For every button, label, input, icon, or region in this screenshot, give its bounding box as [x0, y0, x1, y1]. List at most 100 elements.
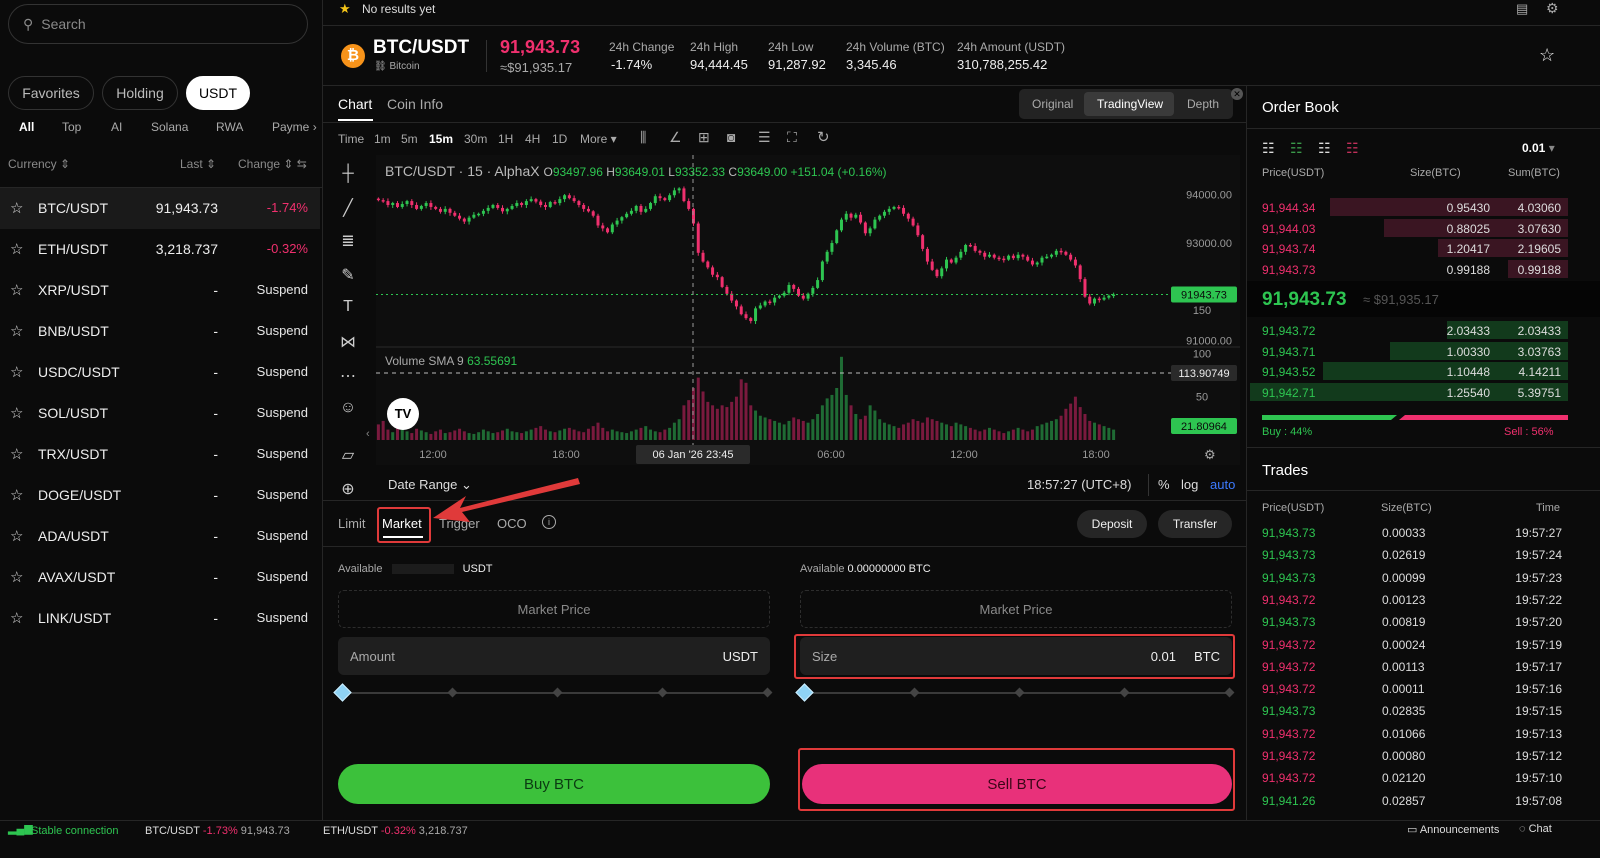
ob-view-list-icon[interactable]: ☷: [1318, 140, 1331, 157]
favorite-star-icon[interactable]: ☆: [10, 445, 23, 463]
market-row[interactable]: ☆ BNB/USDT - Suspend: [0, 311, 320, 352]
view-tradingview[interactable]: TradingView: [1097, 97, 1163, 111]
scale-auto[interactable]: auto: [1210, 477, 1235, 492]
interval-5m[interactable]: 5m: [401, 132, 418, 146]
price-chart[interactable]: 94000.00 93000.00 91000.00 91943.73 150 100 50…: [376, 155, 1240, 465]
subtab-ai[interactable]: AI: [111, 120, 122, 134]
pattern-icon[interactable]: ⋈: [337, 332, 359, 354]
bid-row[interactable]: 91,943.71 1.00330 3.03763: [1250, 341, 1568, 361]
scale-log[interactable]: log: [1181, 477, 1198, 492]
text-tool-icon[interactable]: T: [337, 298, 359, 320]
favorite-star-icon[interactable]: ☆: [10, 609, 23, 627]
tab-chart[interactable]: Chart: [338, 96, 372, 112]
emoji-icon[interactable]: ☺: [337, 399, 359, 421]
buy-btc-button[interactable]: Buy BTC: [338, 764, 770, 804]
market-row[interactable]: ☆ SOL/USDT - Suspend: [0, 393, 320, 434]
ask-row[interactable]: 91,944.03 0.88025 3.07630: [1250, 218, 1568, 238]
sort-change[interactable]: Change ⇕ ⇆: [238, 157, 307, 171]
favorite-star-icon[interactable]: ☆: [10, 199, 23, 217]
collapse-arrow-icon[interactable]: ‹: [366, 428, 370, 440]
market-row[interactable]: ☆ ETH/USDT 3,218.737 -0.32%: [0, 229, 320, 270]
tab-favorites[interactable]: Favorites: [8, 76, 94, 110]
favorite-star-icon[interactable]: ☆: [10, 363, 23, 381]
market-row[interactable]: ☆ XRP/USDT - Suspend: [0, 270, 320, 311]
ask-row[interactable]: 91,943.74 1.20417 2.19605: [1250, 238, 1568, 258]
sell-slider-handle[interactable]: [795, 683, 814, 702]
chart-settings-icon[interactable]: ⚙: [1204, 447, 1216, 463]
tab-usdt[interactable]: USDT: [186, 76, 250, 110]
ruler-icon[interactable]: ▱: [337, 445, 359, 467]
market-row[interactable]: ☆ BTC/USDT 91,943.73 -1.74%: [0, 188, 320, 229]
ask-row[interactable]: 91,944.34 0.95430 4.03060: [1250, 197, 1568, 217]
candle-type-icon[interactable]: ⫼: [640, 129, 646, 146]
search-input[interactable]: ⚲ Search: [8, 4, 308, 44]
crosshair-icon[interactable]: ┼: [337, 165, 359, 187]
status-ticker-btc[interactable]: BTC/USDT -1.73% 91,943.73: [145, 825, 290, 837]
interval-15m[interactable]: 15m: [429, 132, 453, 146]
interval-1m[interactable]: 1m: [374, 132, 391, 146]
scale-percent[interactable]: %: [1158, 477, 1170, 492]
close-icon[interactable]: ✕: [1231, 88, 1243, 100]
brush-icon[interactable]: ✎: [337, 265, 359, 287]
status-ticker-eth[interactable]: ETH/USDT -0.32% 3,218.737: [323, 825, 468, 837]
market-row[interactable]: ☆ LINK/USDT - Suspend: [0, 598, 320, 639]
market-row[interactable]: ☆ USDC/USDT - Suspend: [0, 352, 320, 393]
interval-time[interactable]: Time: [338, 132, 364, 146]
favorite-star-icon[interactable]: ☆: [10, 404, 23, 422]
subtab-all[interactable]: All: [19, 120, 34, 134]
refresh-icon[interactable]: ↻: [817, 128, 830, 146]
buy-slider-handle[interactable]: [333, 683, 352, 702]
gear-icon[interactable]: ⚙: [1546, 0, 1559, 17]
indicators-icon[interactable]: ∠: [669, 129, 682, 146]
transfer-button[interactable]: Transfer: [1158, 510, 1232, 538]
favorite-star-icon[interactable]: ☆: [10, 527, 23, 545]
sort-currency[interactable]: Currency ⇕: [8, 157, 70, 171]
tradingview-logo[interactable]: TV: [387, 398, 419, 430]
market-row[interactable]: ☆ TRX/USDT - Suspend: [0, 434, 320, 475]
bid-row[interactable]: 91,943.52 1.10448 4.14211: [1250, 361, 1568, 381]
bid-row[interactable]: 91,943.72 2.03433 2.03433: [1250, 320, 1568, 340]
favorite-star-icon[interactable]: ☆: [10, 486, 23, 504]
hlines-icon[interactable]: ≣: [337, 231, 359, 253]
ob-view-both-icon[interactable]: ☷: [1262, 140, 1275, 157]
favorite-star-icon[interactable]: ☆: [10, 322, 23, 340]
zoom-in-icon[interactable]: ⊕: [337, 479, 359, 501]
ob-view-bids-icon[interactable]: ☷: [1290, 140, 1303, 157]
subtab-rwa[interactable]: RWA: [216, 120, 243, 134]
interval-1h[interactable]: 1H: [498, 132, 513, 146]
sort-last[interactable]: Last ⇕: [180, 157, 216, 171]
view-depth[interactable]: Depth: [1187, 97, 1219, 111]
view-original[interactable]: Original: [1032, 97, 1073, 111]
measure-lines-icon[interactable]: ⋯: [337, 366, 359, 388]
bid-row[interactable]: 91,942.71 1.25540 5.39751: [1250, 382, 1568, 402]
document-icon[interactable]: ▤: [1516, 1, 1528, 17]
layout-grid-icon[interactable]: ⊞: [698, 129, 710, 146]
interval-more[interactable]: More ▾: [580, 132, 617, 146]
chat-link[interactable]: ◌ Chat: [1519, 823, 1552, 835]
subtab-top[interactable]: Top: [62, 120, 81, 134]
deposit-button[interactable]: Deposit: [1077, 510, 1147, 538]
subtab-solana[interactable]: Solana: [151, 120, 188, 134]
market-row[interactable]: ☆ AVAX/USDT - Suspend: [0, 557, 320, 598]
interval-30m[interactable]: 30m: [464, 132, 487, 146]
precision-select[interactable]: 0.01 ▾: [1522, 141, 1555, 155]
interval-1d[interactable]: 1D: [552, 132, 567, 146]
favorite-star-icon[interactable]: ☆: [10, 281, 23, 299]
ask-row[interactable]: 91,943.73 0.99188 0.99188: [1250, 259, 1568, 279]
favorite-star-icon[interactable]: ☆: [10, 568, 23, 586]
tab-coin-info[interactable]: Coin Info: [387, 96, 443, 112]
settings-list-icon[interactable]: ☰: [758, 129, 771, 146]
subtab-payment[interactable]: Payme ›: [272, 120, 317, 134]
camera-icon[interactable]: ◙: [727, 129, 735, 145]
interval-4h[interactable]: 4H: [525, 132, 540, 146]
announcements-link[interactable]: ▭ Announcements: [1407, 823, 1499, 836]
market-row[interactable]: ☆ ADA/USDT - Suspend: [0, 516, 320, 557]
ob-view-asks-icon[interactable]: ☷: [1346, 140, 1359, 157]
fullscreen-icon[interactable]: ⛶: [787, 129, 797, 146]
market-row[interactable]: ☆ DOGE/USDT - Suspend: [0, 475, 320, 516]
favorite-star-icon[interactable]: ☆: [10, 240, 23, 258]
buy-amount-input[interactable]: Amount USDT: [338, 637, 770, 675]
tab-holding[interactable]: Holding: [102, 76, 178, 110]
favorite-star-icon[interactable]: ☆: [1539, 45, 1555, 66]
trendline-icon[interactable]: ╱: [337, 198, 359, 220]
